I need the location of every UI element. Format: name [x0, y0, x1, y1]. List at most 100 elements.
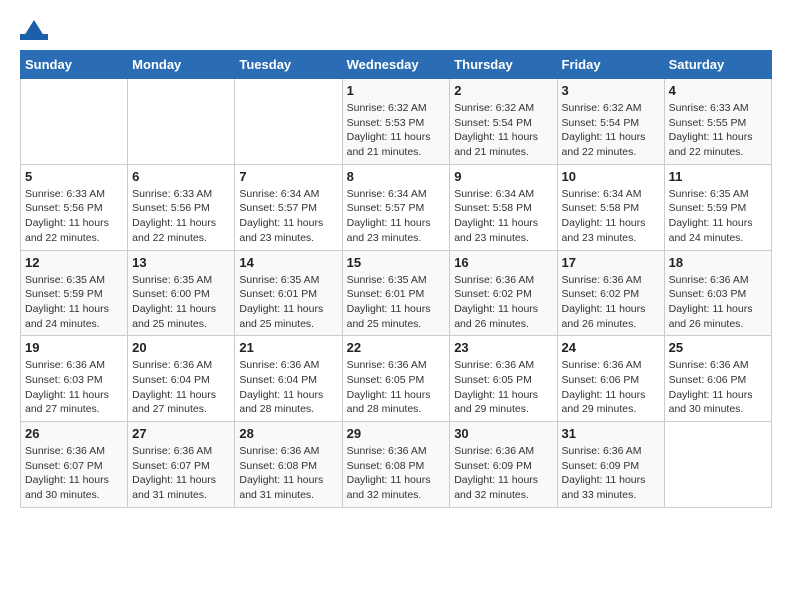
day-info: Sunrise: 6:33 AM Sunset: 5:56 PM Dayligh… — [132, 187, 230, 246]
calendar-cell: 21 Sunrise: 6:36 AM Sunset: 6:04 PM Dayli… — [235, 336, 342, 422]
calendar-cell: 5 Sunrise: 6:33 AM Sunset: 5:56 PM Daylig… — [21, 164, 128, 250]
day-info: Sunrise: 6:32 AM Sunset: 5:54 PM Dayligh… — [562, 101, 660, 160]
day-number: 25 — [669, 340, 767, 355]
calendar-week-3: 12Sunrise: 6:35 AM Sunset: 5:59 PM Dayli… — [21, 250, 772, 336]
weekday-sunday: Sunday — [21, 51, 128, 79]
day-info: Sunrise: 6:34 AM Sunset: 5:57 PM Dayligh… — [347, 187, 446, 246]
calendar-cell: 11Sunrise: 6:35 AM Sunset: 5:59 PM Dayli… — [664, 164, 771, 250]
calendar-cell: 27Sunrise: 6:36 AM Sunset: 6:07 PM Dayli… — [128, 422, 235, 508]
day-number: 23 — [454, 340, 552, 355]
page-header — [20, 20, 772, 40]
day-number: 22 — [347, 340, 446, 355]
calendar-cell: 25 Sunrise: 6:36 AM Sunset: 6:06 PM Dayli… — [664, 336, 771, 422]
day-info: Sunrise: 6:36 AM Sunset: 6:08 PM Dayligh… — [239, 444, 337, 503]
day-number: 11 — [669, 169, 767, 184]
calendar-cell: 16 Sunrise: 6:36 AM Sunset: 6:02 PM Dayli… — [450, 250, 557, 336]
weekday-tuesday: Tuesday — [235, 51, 342, 79]
calendar-cell: 8Sunrise: 6:34 AM Sunset: 5:57 PM Daylig… — [342, 164, 450, 250]
calendar-cell: 15 Sunrise: 6:35 AM Sunset: 6:01 PM Dayli… — [342, 250, 450, 336]
calendar-cell: 3 Sunrise: 6:32 AM Sunset: 5:54 PM Daylig… — [557, 79, 664, 165]
day-info: Sunrise: 6:33 AM Sunset: 5:55 PM Dayligh… — [669, 101, 767, 160]
calendar-cell: 1 Sunrise: 6:32 AM Sunset: 5:53 PM Daylig… — [342, 79, 450, 165]
calendar-week-2: 5 Sunrise: 6:33 AM Sunset: 5:56 PM Daylig… — [21, 164, 772, 250]
day-number: 13 — [132, 255, 230, 270]
day-number: 19 — [25, 340, 123, 355]
day-info: Sunrise: 6:36 AM Sunset: 6:06 PM Dayligh… — [669, 358, 767, 417]
calendar-cell: 28 Sunrise: 6:36 AM Sunset: 6:08 PM Dayli… — [235, 422, 342, 508]
day-info: Sunrise: 6:36 AM Sunset: 6:03 PM Dayligh… — [25, 358, 123, 417]
day-number: 21 — [239, 340, 337, 355]
calendar-cell: 2 Sunrise: 6:32 AM Sunset: 5:54 PM Daylig… — [450, 79, 557, 165]
day-number: 7 — [239, 169, 337, 184]
calendar-cell: 14 Sunrise: 6:35 AM Sunset: 6:01 PM Dayli… — [235, 250, 342, 336]
day-number: 14 — [239, 255, 337, 270]
day-number: 3 — [562, 83, 660, 98]
day-number: 24 — [562, 340, 660, 355]
day-number: 1 — [347, 83, 446, 98]
day-info: Sunrise: 6:35 AM Sunset: 6:01 PM Dayligh… — [239, 273, 337, 332]
day-info: Sunrise: 6:36 AM Sunset: 6:09 PM Dayligh… — [454, 444, 552, 503]
calendar-cell: 19 Sunrise: 6:36 AM Sunset: 6:03 PM Dayli… — [21, 336, 128, 422]
weekday-wednesday: Wednesday — [342, 51, 450, 79]
calendar-cell: 18Sunrise: 6:36 AM Sunset: 6:03 PM Dayli… — [664, 250, 771, 336]
calendar-body: 1 Sunrise: 6:32 AM Sunset: 5:53 PM Daylig… — [21, 79, 772, 508]
day-info: Sunrise: 6:34 AM Sunset: 5:57 PM Dayligh… — [239, 187, 337, 246]
calendar-cell: 20Sunrise: 6:36 AM Sunset: 6:04 PM Dayli… — [128, 336, 235, 422]
calendar-week-5: 26 Sunrise: 6:36 AM Sunset: 6:07 PM Dayli… — [21, 422, 772, 508]
day-number: 4 — [669, 83, 767, 98]
day-number: 16 — [454, 255, 552, 270]
weekday-saturday: Saturday — [664, 51, 771, 79]
calendar-cell: 22 Sunrise: 6:36 AM Sunset: 6:05 PM Dayli… — [342, 336, 450, 422]
day-info: Sunrise: 6:36 AM Sunset: 6:03 PM Dayligh… — [669, 273, 767, 332]
day-number: 17 — [562, 255, 660, 270]
calendar-cell: 13 Sunrise: 6:35 AM Sunset: 6:00 PM Dayli… — [128, 250, 235, 336]
calendar-cell — [235, 79, 342, 165]
calendar-cell: 7 Sunrise: 6:34 AM Sunset: 5:57 PM Daylig… — [235, 164, 342, 250]
day-info: Sunrise: 6:36 AM Sunset: 6:05 PM Dayligh… — [347, 358, 446, 417]
calendar-table: SundayMondayTuesdayWednesdayThursdayFrid… — [20, 50, 772, 508]
day-info: Sunrise: 6:35 AM Sunset: 6:00 PM Dayligh… — [132, 273, 230, 332]
day-info: Sunrise: 6:36 AM Sunset: 6:02 PM Dayligh… — [454, 273, 552, 332]
calendar-cell: 4 Sunrise: 6:33 AM Sunset: 5:55 PM Daylig… — [664, 79, 771, 165]
day-number: 2 — [454, 83, 552, 98]
calendar-cell — [128, 79, 235, 165]
calendar-cell: 9 Sunrise: 6:34 AM Sunset: 5:58 PM Daylig… — [450, 164, 557, 250]
day-number: 30 — [454, 426, 552, 441]
day-number: 9 — [454, 169, 552, 184]
day-number: 6 — [132, 169, 230, 184]
day-info: Sunrise: 6:36 AM Sunset: 6:07 PM Dayligh… — [132, 444, 230, 503]
calendar-cell: 23 Sunrise: 6:36 AM Sunset: 6:05 PM Dayli… — [450, 336, 557, 422]
day-info: Sunrise: 6:36 AM Sunset: 6:09 PM Dayligh… — [562, 444, 660, 503]
day-number: 31 — [562, 426, 660, 441]
day-info: Sunrise: 6:32 AM Sunset: 5:53 PM Dayligh… — [347, 101, 446, 160]
calendar-week-4: 19 Sunrise: 6:36 AM Sunset: 6:03 PM Dayli… — [21, 336, 772, 422]
day-info: Sunrise: 6:36 AM Sunset: 6:02 PM Dayligh… — [562, 273, 660, 332]
day-info: Sunrise: 6:33 AM Sunset: 5:56 PM Dayligh… — [25, 187, 123, 246]
day-info: Sunrise: 6:36 AM Sunset: 6:08 PM Dayligh… — [347, 444, 446, 503]
day-info: Sunrise: 6:36 AM Sunset: 6:04 PM Dayligh… — [239, 358, 337, 417]
calendar-cell: 31 Sunrise: 6:36 AM Sunset: 6:09 PM Dayli… — [557, 422, 664, 508]
day-number: 26 — [25, 426, 123, 441]
calendar-cell — [21, 79, 128, 165]
calendar-cell: 29Sunrise: 6:36 AM Sunset: 6:08 PM Dayli… — [342, 422, 450, 508]
day-info: Sunrise: 6:35 AM Sunset: 5:59 PM Dayligh… — [25, 273, 123, 332]
calendar-cell: 24 Sunrise: 6:36 AM Sunset: 6:06 PM Dayli… — [557, 336, 664, 422]
day-number: 28 — [239, 426, 337, 441]
calendar-cell: 12Sunrise: 6:35 AM Sunset: 5:59 PM Dayli… — [21, 250, 128, 336]
day-info: Sunrise: 6:34 AM Sunset: 5:58 PM Dayligh… — [454, 187, 552, 246]
logo — [20, 20, 58, 40]
day-info: Sunrise: 6:36 AM Sunset: 6:07 PM Dayligh… — [25, 444, 123, 503]
day-info: Sunrise: 6:36 AM Sunset: 6:04 PM Dayligh… — [132, 358, 230, 417]
calendar-cell — [664, 422, 771, 508]
weekday-header-row: SundayMondayTuesdayWednesdayThursdayFrid… — [21, 51, 772, 79]
day-info: Sunrise: 6:35 AM Sunset: 6:01 PM Dayligh… — [347, 273, 446, 332]
calendar-cell: 6 Sunrise: 6:33 AM Sunset: 5:56 PM Daylig… — [128, 164, 235, 250]
day-number: 15 — [347, 255, 446, 270]
day-info: Sunrise: 6:34 AM Sunset: 5:58 PM Dayligh… — [562, 187, 660, 246]
calendar-cell: 26 Sunrise: 6:36 AM Sunset: 6:07 PM Dayli… — [21, 422, 128, 508]
day-info: Sunrise: 6:32 AM Sunset: 5:54 PM Dayligh… — [454, 101, 552, 160]
weekday-thursday: Thursday — [450, 51, 557, 79]
day-number: 5 — [25, 169, 123, 184]
day-info: Sunrise: 6:36 AM Sunset: 6:06 PM Dayligh… — [562, 358, 660, 417]
day-info: Sunrise: 6:36 AM Sunset: 6:05 PM Dayligh… — [454, 358, 552, 417]
